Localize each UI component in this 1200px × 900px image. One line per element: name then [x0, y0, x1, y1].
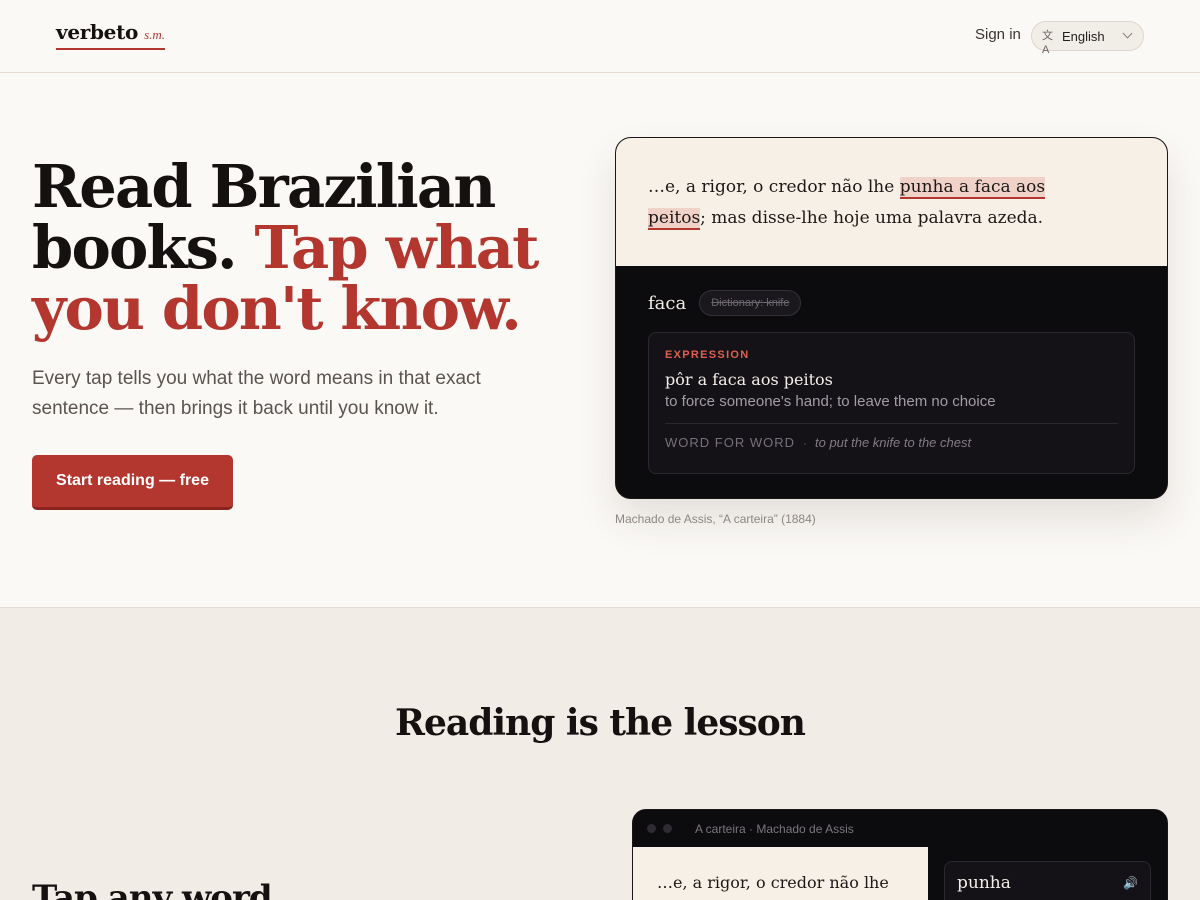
- sign-in-link[interactable]: Sign in: [975, 26, 1021, 43]
- app-word-card: punha 🔊: [944, 861, 1151, 900]
- word-row: faca Dictionary: knife: [648, 290, 1135, 316]
- logo[interactable]: verbeto s.m.: [56, 20, 166, 50]
- language-selector[interactable]: 文A English: [1031, 21, 1144, 56]
- highlighted-phrase-part1[interactable]: punha a faca aos: [899, 177, 1046, 199]
- section-title: Reading is the lesson: [395, 702, 806, 744]
- divider: [665, 423, 1118, 424]
- word-for-word-label: WORD FOR WORD: [665, 435, 795, 450]
- separator: ·: [802, 435, 807, 450]
- app-titlebar: A carteira · Machado de Assis: [633, 810, 1167, 847]
- site-header: verbeto s.m. Sign in 文A English: [0, 0, 1200, 73]
- sentence-before: …e, a rigor, o credor não lhe: [648, 177, 900, 197]
- definition-panel: faca Dictionary: knife EXPRESSION pôr a …: [616, 266, 1167, 474]
- translate-icon: 文A: [1042, 30, 1053, 56]
- chevron-down-icon: [1122, 28, 1133, 39]
- language-label: English: [1062, 28, 1105, 44]
- app-word: punha: [957, 873, 1011, 893]
- app-side-panel: punha 🔊: [928, 847, 1167, 900]
- word-for-word-text: to put the knife to the chest: [814, 435, 972, 450]
- dictionary-pill: Dictionary: knife: [699, 290, 802, 316]
- sentence-after: ; mas disse-lhe hoje uma palavra azeda.: [700, 208, 1044, 228]
- expression-meaning: to force someone's hand; to leave them n…: [665, 393, 996, 410]
- hero-title-line3: you don't know.: [32, 274, 522, 343]
- logo-name: verbeto: [56, 20, 139, 44]
- hero-title-line2b: Tap what: [254, 213, 540, 282]
- window-dot: [647, 824, 656, 833]
- word-for-word-row: WORD FOR WORD · to put the knife to the …: [665, 435, 1118, 450]
- tapped-word: faca: [648, 292, 687, 314]
- app-title: A carteira · Machado de Assis: [695, 821, 854, 836]
- window-dot: [663, 824, 672, 833]
- hero-subtitle: Every tap tells you what the word means …: [32, 368, 481, 419]
- speaker-icon[interactable]: 🔊: [1123, 876, 1138, 900]
- app-reading-text: …e, a rigor, o credor não lhe: [633, 847, 928, 900]
- hero-title-line1: Read Brazilian: [32, 152, 496, 221]
- demo-caption: Machado de Assis, “A carteira” (1884): [615, 512, 816, 526]
- demo-sentence: …e, a rigor, o credor não lhe punha a fa…: [616, 138, 1167, 266]
- hero-title-line2a: books.: [32, 213, 238, 282]
- expression-phrase: pôr a faca aos peitos: [665, 370, 833, 389]
- demo-card: …e, a rigor, o credor não lhe punha a fa…: [615, 137, 1168, 499]
- expression-box: EXPRESSION pôr a faca aos peitos to forc…: [648, 332, 1135, 474]
- feature-title: Tap any word: [32, 878, 273, 900]
- start-reading-button[interactable]: Start reading — free: [32, 455, 233, 510]
- app-body: …e, a rigor, o credor não lhe punha 🔊: [633, 847, 1167, 900]
- app-preview: A carteira · Machado de Assis …e, a rigo…: [632, 809, 1168, 900]
- expression-label: EXPRESSION: [665, 349, 750, 361]
- reading-section: Reading is the lesson Tap any word A car…: [0, 607, 1200, 900]
- hero-title: Read Brazilian books. Tap what you don't…: [32, 156, 552, 339]
- logo-suffix: s.m.: [144, 27, 166, 42]
- highlighted-phrase-part2[interactable]: peitos: [648, 208, 701, 230]
